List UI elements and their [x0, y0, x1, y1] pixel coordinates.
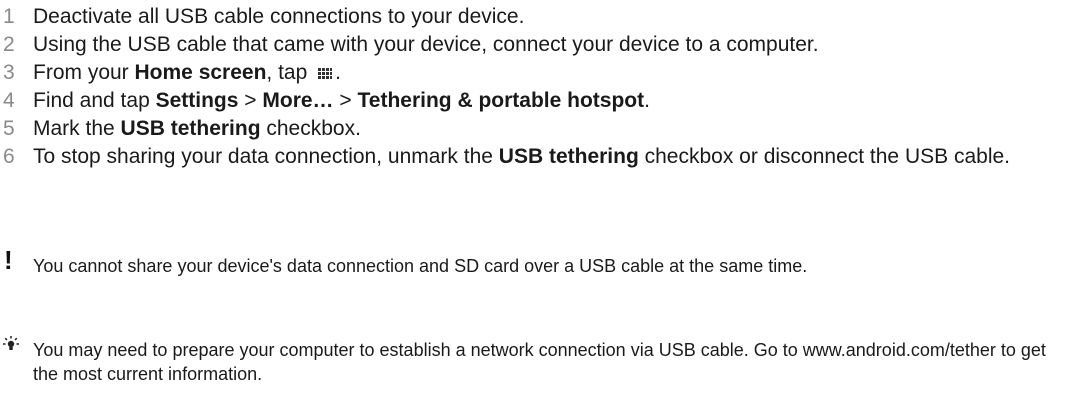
tip-note: You may need to prepare your computer to… — [0, 336, 1060, 386]
step-text-bold: Home screen — [134, 61, 267, 84]
usb-tethering-label: USB tethering — [498, 145, 639, 168]
steps-list: 1 Deactivate all USB cable connections t… — [0, 4, 1060, 172]
step-item: 3 From your Home screen, tap . — [0, 60, 1060, 85]
usb-tethering-label: USB tethering — [120, 117, 261, 140]
more-label: More… — [262, 89, 334, 112]
step-text-pre: From your — [33, 61, 135, 84]
step-number: 4 — [3, 89, 15, 112]
step-text-pre: To stop sharing your data connection, un… — [33, 145, 499, 168]
step-text-pre: Find and tap — [33, 89, 156, 112]
step-text-post: . — [335, 61, 341, 84]
step-text-post: checkbox. — [260, 117, 361, 140]
step-number: 2 — [3, 33, 15, 56]
step-text-post: . — [644, 89, 650, 112]
step-item: 1 Deactivate all USB cable connections t… — [0, 4, 1060, 29]
separator: > — [333, 89, 358, 112]
step-text-mid: , tap — [266, 61, 314, 84]
separator: > — [238, 89, 263, 112]
step-item: 6 To stop sharing your data connection, … — [0, 144, 1060, 169]
exclamation-icon: ! — [4, 245, 13, 275]
settings-label: Settings — [155, 89, 239, 112]
warning-note: ! You cannot share your device's data co… — [0, 247, 1060, 278]
step-text: Deactivate all USB cable connections to … — [33, 5, 525, 28]
step-text-post: checkbox or disconnect the USB cable. — [638, 145, 1010, 168]
warning-text: You cannot share your device's data conn… — [33, 256, 808, 276]
step-item: 2 Using the USB cable that came with you… — [0, 32, 1060, 57]
tip-text: You may need to prepare your computer to… — [33, 340, 1046, 384]
step-number: 6 — [3, 145, 15, 168]
step-text: Using the USB cable that came with your … — [33, 33, 819, 56]
step-item: 5 Mark the USB tethering checkbox. — [0, 116, 1060, 141]
lightbulb-icon — [3, 336, 19, 350]
tethering-label: Tethering & portable hotspot — [357, 89, 645, 112]
step-number: 3 — [3, 61, 15, 84]
step-number: 5 — [3, 117, 15, 140]
apps-grid-icon — [317, 67, 333, 80]
step-item: 4 Find and tap Settings > More… > Tether… — [0, 88, 1060, 113]
step-number: 1 — [3, 5, 15, 28]
step-text-pre: Mark the — [33, 117, 121, 140]
